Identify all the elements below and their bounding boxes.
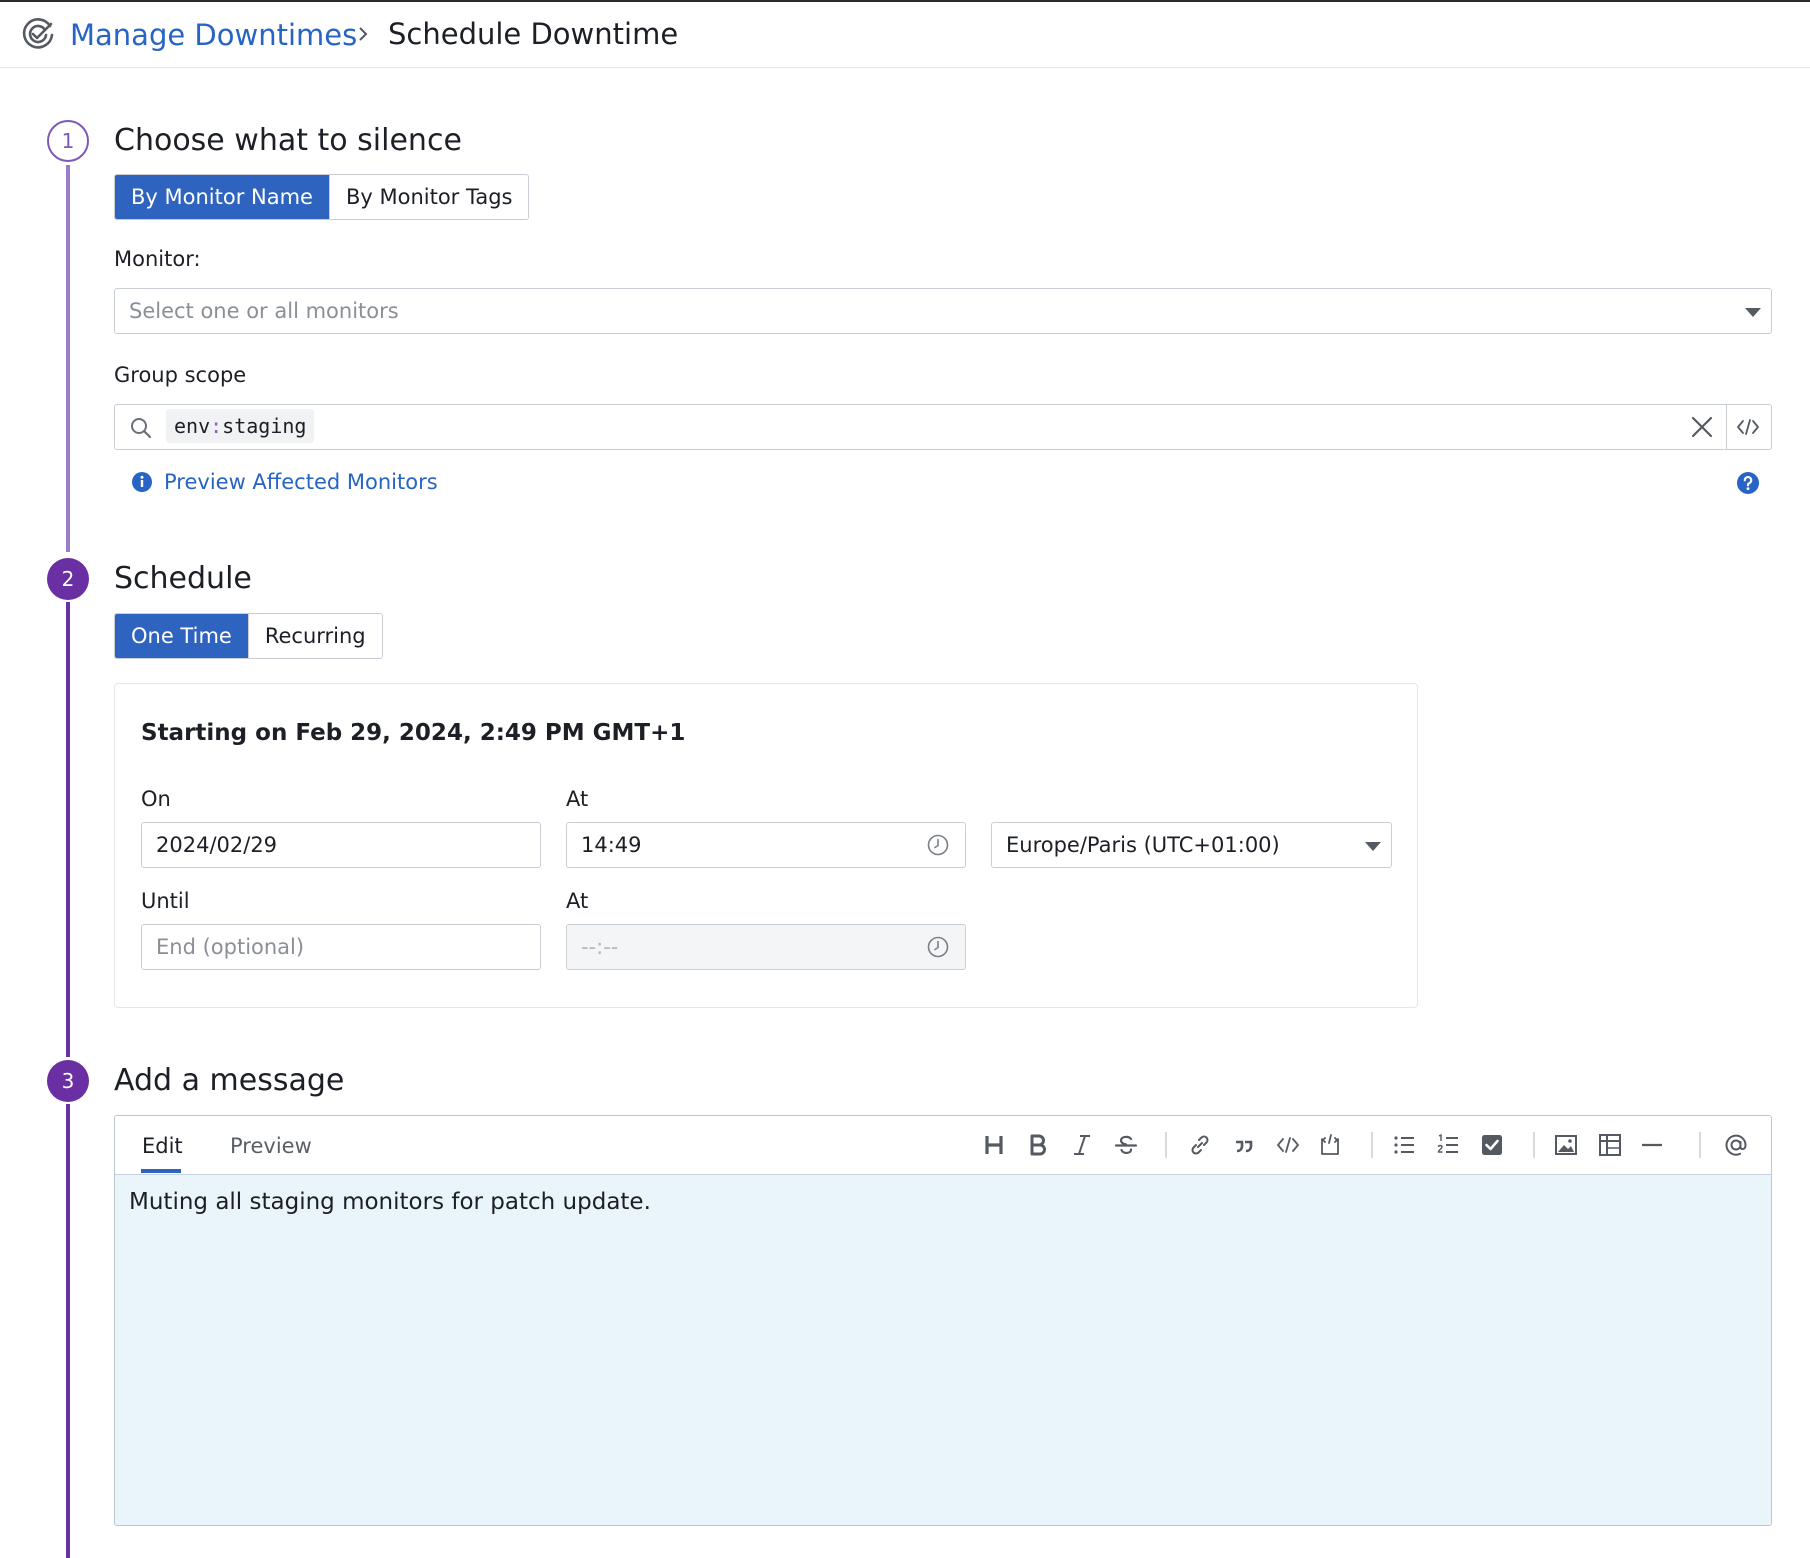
- page-title: Schedule Downtime: [388, 17, 679, 51]
- clock-icon: [927, 834, 949, 856]
- toolbar-divider: [1165, 1132, 1167, 1158]
- end-date-placeholder: End (optional): [156, 935, 305, 959]
- silence-mode-toggle: By Monitor Name By Monitor Tags: [114, 174, 530, 220]
- strikethrough-icon[interactable]: [1111, 1130, 1141, 1160]
- end-date-input[interactable]: End (optional): [141, 924, 541, 970]
- tab-edit[interactable]: Edit: [142, 1134, 183, 1158]
- step-3-connector: [66, 1104, 70, 1558]
- tag-value: staging: [222, 414, 307, 438]
- preview-affected-monitors-link[interactable]: Preview Affected Monitors: [164, 470, 438, 494]
- step-3-title: Add a message: [114, 1063, 345, 1098]
- code-block-icon[interactable]: [1315, 1130, 1345, 1160]
- step-2-connector: [66, 602, 70, 1057]
- start-time-input[interactable]: 14:49: [566, 822, 966, 868]
- bold-icon[interactable]: [1023, 1130, 1053, 1160]
- step-2-title: Schedule: [114, 561, 252, 596]
- numbered-list-icon[interactable]: [1433, 1130, 1463, 1160]
- schedule-type-toggle: One Time Recurring: [114, 613, 383, 659]
- table-icon[interactable]: [1595, 1130, 1625, 1160]
- start-date-value: 2024/02/29: [156, 833, 278, 857]
- timezone-select[interactable]: Europe/Paris (UTC+01:00): [991, 822, 1392, 868]
- end-time-input[interactable]: --:--: [566, 924, 966, 970]
- chevron-right-icon: [359, 27, 368, 41]
- schedule-summary: Starting on Feb 29, 2024, 2:49 PM GMT+1: [141, 720, 686, 746]
- end-at-label: At: [566, 889, 589, 913]
- on-label: On: [141, 787, 171, 811]
- by-monitor-name-button[interactable]: By Monitor Name: [115, 175, 329, 219]
- heading-icon[interactable]: [979, 1130, 1009, 1160]
- step-1-title: Choose what to silence: [114, 123, 462, 158]
- italic-icon[interactable]: [1067, 1130, 1097, 1160]
- dropdown-caret-icon: [1365, 842, 1381, 851]
- monitor-select-placeholder: Select one or all monitors: [129, 299, 399, 323]
- toolbar-divider: [1699, 1132, 1701, 1158]
- step-1-indicator: 1: [47, 120, 89, 162]
- start-time-value: 14:49: [581, 833, 642, 857]
- clear-icon[interactable]: [1690, 415, 1714, 439]
- clock-icon: [927, 936, 949, 958]
- group-scope-tag[interactable]: env: staging: [166, 409, 315, 443]
- message-textarea[interactable]: Muting all staging monitors for patch up…: [115, 1175, 1771, 1525]
- tag-key: env: [174, 414, 211, 438]
- checkbox-icon[interactable]: [1477, 1130, 1507, 1160]
- breadcrumb-manage-downtimes-link[interactable]: Manage Downtimes: [70, 18, 357, 52]
- timezone-value: Europe/Paris (UTC+01:00): [1006, 833, 1280, 857]
- start-at-label: At: [566, 787, 589, 811]
- step-1-connector: [66, 165, 70, 552]
- dropdown-caret-icon: [1745, 308, 1761, 317]
- page-header: Manage Downtimes Schedule Downtime: [0, 2, 1810, 68]
- until-label: Until: [141, 889, 190, 913]
- input-divider: [1726, 405, 1727, 449]
- group-scope-label: Group scope: [114, 363, 247, 387]
- end-time-placeholder: --:--: [581, 935, 619, 959]
- recurring-button[interactable]: Recurring: [247, 614, 382, 658]
- one-time-button[interactable]: One Time: [115, 614, 248, 658]
- code-icon[interactable]: [1273, 1130, 1303, 1160]
- toolbar-divider: [1371, 1132, 1373, 1158]
- info-icon: [132, 472, 152, 492]
- monitor-label: Monitor:: [114, 247, 201, 271]
- start-date-input[interactable]: 2024/02/29: [141, 822, 541, 868]
- help-icon[interactable]: [1737, 472, 1759, 494]
- editor-toolbar: Edit Preview: [115, 1116, 1771, 1175]
- monitor-select[interactable]: Select one or all monitors: [114, 288, 1772, 334]
- group-scope-input[interactable]: [114, 404, 1772, 450]
- message-editor: Edit Preview Muting all staging monitors…: [114, 1115, 1772, 1526]
- mention-icon[interactable]: [1721, 1130, 1751, 1160]
- tab-preview[interactable]: Preview: [230, 1134, 312, 1158]
- bullet-list-icon[interactable]: [1389, 1130, 1419, 1160]
- downtime-logo-icon: [22, 18, 54, 49]
- message-text: Muting all staging monitors for patch up…: [129, 1189, 651, 1215]
- tag-separator: :: [210, 414, 223, 438]
- step-3-indicator: 3: [47, 1060, 89, 1102]
- link-icon[interactable]: [1185, 1130, 1215, 1160]
- quote-icon[interactable]: [1229, 1130, 1259, 1160]
- step-2-indicator: 2: [47, 558, 89, 600]
- horizontal-rule-icon[interactable]: [1637, 1130, 1667, 1160]
- by-monitor-tags-button[interactable]: By Monitor Tags: [328, 175, 529, 219]
- code-view-icon[interactable]: [1735, 415, 1761, 439]
- toolbar-divider: [1533, 1132, 1535, 1158]
- active-tab-indicator: [141, 1169, 181, 1173]
- image-icon[interactable]: [1551, 1130, 1581, 1160]
- search-icon: [131, 418, 152, 439]
